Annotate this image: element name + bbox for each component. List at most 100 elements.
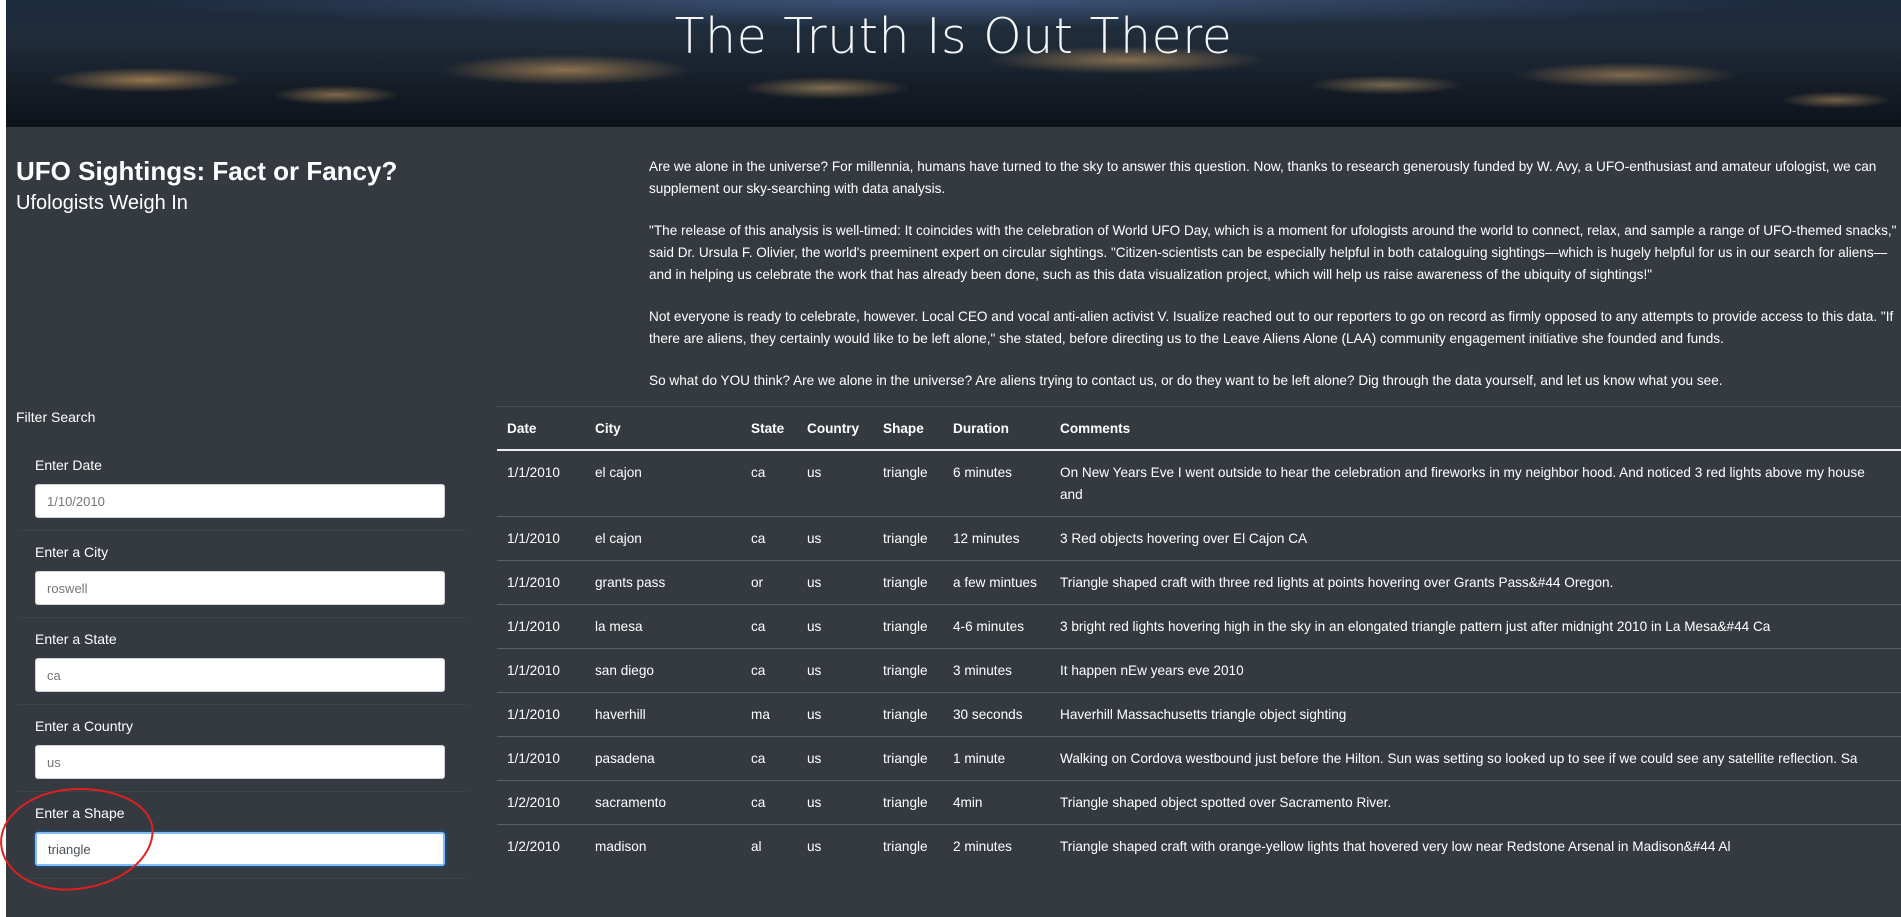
cell-duration: 1 minute — [943, 736, 1050, 781]
cell-date: 1/1/2010 — [497, 604, 585, 649]
filter-form: Enter Date Enter a City Enter a State En… — [18, 444, 468, 879]
cell-city: grants pass — [585, 560, 741, 605]
filter-item-state: Enter a State — [18, 618, 468, 705]
cell-country: us — [797, 604, 873, 649]
column-header-duration: Duration — [943, 406, 1050, 451]
article: Are we alone in the universe? For millen… — [649, 156, 1899, 412]
cell-city: el cajon — [585, 449, 741, 517]
cell-state: ca — [741, 780, 797, 825]
date-input[interactable] — [35, 484, 445, 518]
article-paragraph: Not everyone is ready to celebrate, howe… — [649, 309, 1894, 346]
table-row: 1/2/2010 sacramento ca us triangle 4min … — [497, 780, 1901, 825]
table-row: 1/1/2010 haverhill ma us triangle 30 sec… — [497, 692, 1901, 737]
cell-country: us — [797, 692, 873, 737]
city-input[interactable] — [35, 571, 445, 605]
hero-title: The Truth Is Out There — [674, 8, 1233, 65]
cell-country: us — [797, 648, 873, 693]
table-row: 1/1/2010 san diego ca us triangle 3 minu… — [497, 648, 1901, 693]
cell-duration: a few mintues — [943, 560, 1050, 605]
filter-item-city: Enter a City — [18, 531, 468, 618]
cell-shape: triangle — [873, 604, 943, 649]
cell-comments: Triangle shaped object spotted over Sacr… — [1050, 780, 1901, 825]
cell-state: ma — [741, 692, 797, 737]
sightings-table: Date City State Country Shape Duration C… — [497, 406, 1901, 868]
cell-city: el cajon — [585, 516, 741, 561]
article-paragraph: So what do YOU think? Are we alone in th… — [649, 373, 1723, 388]
date-label: Enter Date — [35, 457, 102, 473]
cell-duration: 12 minutes — [943, 516, 1050, 561]
cell-shape: triangle — [873, 449, 943, 517]
cell-duration: 30 seconds — [943, 692, 1050, 737]
cell-country: us — [797, 449, 873, 517]
page: The Truth Is Out There UFO Sightings: Fa… — [6, 0, 1901, 917]
cell-duration: 2 minutes — [943, 824, 1050, 868]
cell-comments: 3 Red objects hovering over El Cajon CA — [1050, 516, 1901, 561]
filter-item-shape: Enter a Shape — [18, 792, 468, 879]
cell-country: us — [797, 824, 873, 868]
cell-date: 1/2/2010 — [497, 780, 585, 825]
cell-date: 1/1/2010 — [497, 449, 585, 517]
table-row: 1/2/2010 madison al us triangle 2 minute… — [497, 824, 1901, 868]
cell-city: san diego — [585, 648, 741, 693]
cell-comments: Walking on Cordova westbound just before… — [1050, 736, 1901, 781]
cell-city: la mesa — [585, 604, 741, 649]
cell-city: haverhill — [585, 692, 741, 737]
cell-shape: triangle — [873, 516, 943, 561]
cell-comments: Triangle shaped craft with three red lig… — [1050, 560, 1901, 605]
cell-duration: 4min — [943, 780, 1050, 825]
cell-comments: It happen nEw years eve 2010 — [1050, 648, 1901, 693]
cell-state: ca — [741, 604, 797, 649]
cell-state: al — [741, 824, 797, 868]
state-label: Enter a State — [35, 631, 117, 647]
cell-city: madison — [585, 824, 741, 868]
cell-comments: Triangle shaped craft with orange-yellow… — [1050, 824, 1901, 868]
filter-search-label: Filter Search — [16, 409, 96, 425]
cell-shape: triangle — [873, 736, 943, 781]
cell-duration: 6 minutes — [943, 449, 1050, 517]
column-header-comments: Comments — [1050, 406, 1901, 451]
cell-shape: triangle — [873, 648, 943, 693]
state-input[interactable] — [35, 658, 445, 692]
cell-date: 1/1/2010 — [497, 736, 585, 781]
article-paragraph: Are we alone in the universe? For millen… — [649, 159, 1877, 196]
shape-input[interactable] — [35, 832, 445, 866]
cell-date: 1/1/2010 — [497, 692, 585, 737]
cell-state: or — [741, 560, 797, 605]
hero-banner: The Truth Is Out There — [6, 0, 1901, 127]
country-label: Enter a Country — [35, 718, 134, 734]
cell-duration: 3 minutes — [943, 648, 1050, 693]
cell-shape: triangle — [873, 824, 943, 868]
shape-label: Enter a Shape — [35, 805, 125, 821]
cell-comments: Haverhill Massachusetts triangle object … — [1050, 692, 1901, 737]
cell-comments: 3 bright red lights hovering high in the… — [1050, 604, 1901, 649]
country-input[interactable] — [35, 745, 445, 779]
cell-date: 1/1/2010 — [497, 648, 585, 693]
column-header-date: Date — [497, 406, 585, 451]
cell-city: pasadena — [585, 736, 741, 781]
column-header-city: City — [585, 406, 741, 451]
cell-country: us — [797, 736, 873, 781]
cell-shape: triangle — [873, 560, 943, 605]
column-header-country: Country — [797, 406, 873, 451]
page-subtitle: Ufologists Weigh In — [16, 192, 188, 214]
cell-country: us — [797, 780, 873, 825]
cell-date: 1/1/2010 — [497, 560, 585, 605]
table-header-row: Date City State Country Shape Duration C… — [497, 406, 1901, 451]
cell-state: ca — [741, 516, 797, 561]
cell-state: ca — [741, 648, 797, 693]
cell-country: us — [797, 560, 873, 605]
cell-shape: triangle — [873, 692, 943, 737]
table-row: 1/1/2010 pasadena ca us triangle 1 minut… — [497, 736, 1901, 781]
table-row: 1/1/2010 el cajon ca us triangle 12 minu… — [497, 516, 1901, 561]
cell-state: ca — [741, 449, 797, 517]
cell-state: ca — [741, 736, 797, 781]
cell-date: 1/2/2010 — [497, 824, 585, 868]
city-label: Enter a City — [35, 544, 109, 560]
cell-date: 1/1/2010 — [497, 516, 585, 561]
column-header-shape: Shape — [873, 406, 943, 451]
cell-duration: 4-6 minutes — [943, 604, 1050, 649]
sightings-table-container: Date City State Country Shape Duration C… — [497, 406, 1901, 868]
cell-city: sacramento — [585, 780, 741, 825]
cell-country: us — [797, 516, 873, 561]
filter-item-date: Enter Date — [18, 444, 468, 531]
